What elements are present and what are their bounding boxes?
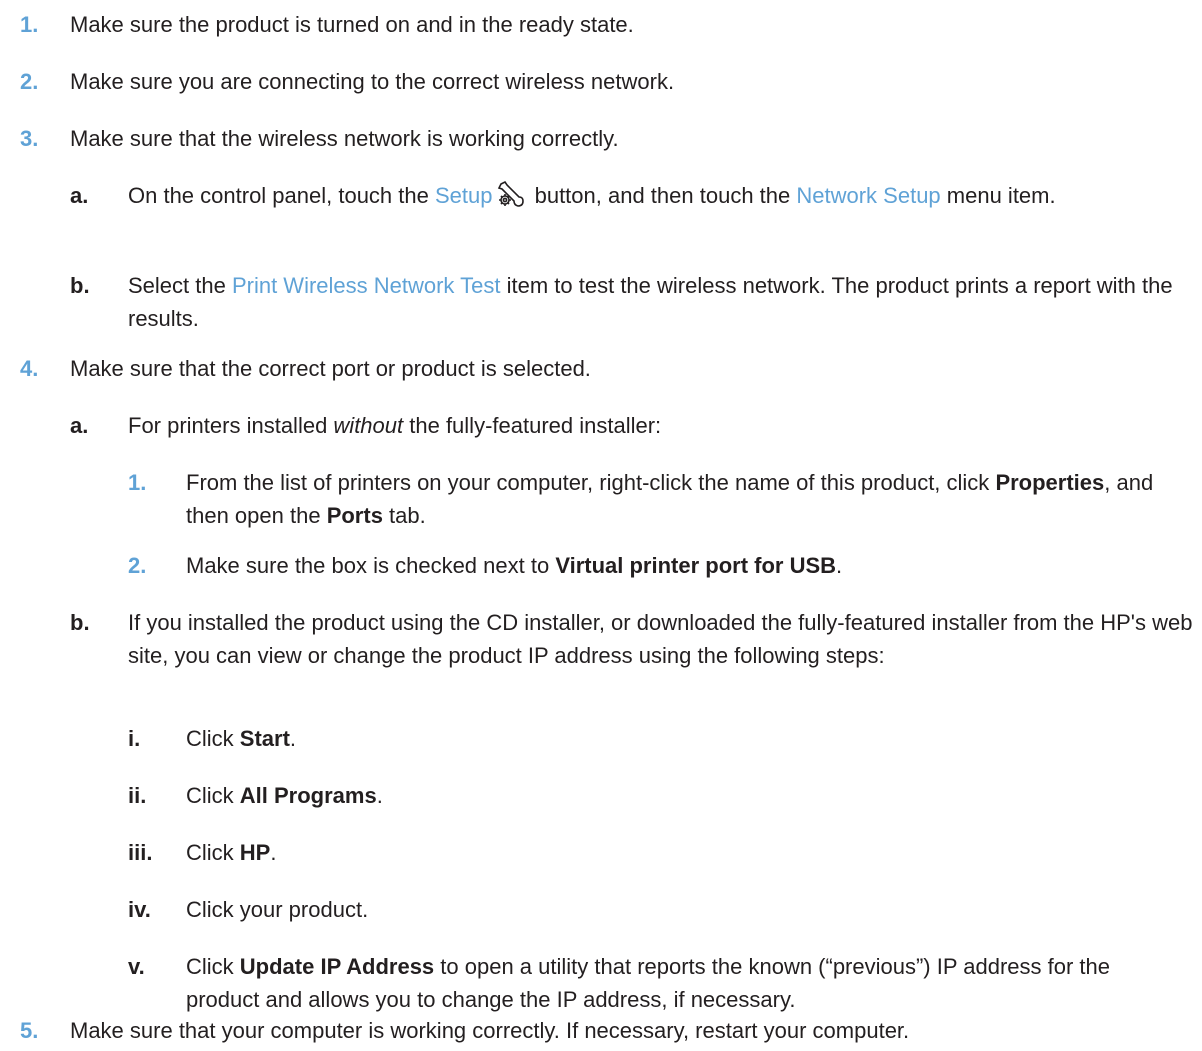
step-text: Make sure the product is turned on and i… xyxy=(70,12,634,37)
substep-text: Select the Print Wireless Network Test i… xyxy=(128,273,1173,331)
setup-wrench-icon xyxy=(495,179,525,218)
step-number: 2. xyxy=(20,69,39,94)
step-number: 4. xyxy=(20,356,39,381)
roman-step-number: i. xyxy=(128,726,141,751)
substep-letter: b. xyxy=(70,610,90,635)
step-text: Make sure you are connecting to the corr… xyxy=(70,69,675,94)
substep-letter: b. xyxy=(70,273,90,298)
network-setup-menu-link: Network Setup xyxy=(796,183,941,208)
substep-letter: a. xyxy=(70,183,89,208)
step-number: 3. xyxy=(20,126,39,151)
roman-step-text: Click Update IP Address to open a utilit… xyxy=(186,954,1110,1012)
roman-step-text: Click HP. xyxy=(186,840,277,865)
roman-step-number: ii. xyxy=(128,783,147,808)
step-number: 5. xyxy=(20,1018,39,1043)
substep-letter: a. xyxy=(70,413,89,438)
roman-step-number: iii. xyxy=(128,840,153,865)
substep-text: On the control panel, touch the Setup bu… xyxy=(128,179,1168,218)
step-number: 1. xyxy=(20,12,39,37)
step-text: Make sure that the wireless network is w… xyxy=(70,126,619,151)
nested-step-text: Make sure the box is checked next to Vir… xyxy=(186,553,843,578)
roman-step-number: iv. xyxy=(128,897,151,922)
nested-step-number: 2. xyxy=(128,553,147,578)
setup-menu-link: Setup xyxy=(434,183,493,208)
roman-step-text: Click Start. xyxy=(186,726,297,751)
step-text: Make sure that the correct port or produ… xyxy=(70,356,591,381)
substep-text: For printers installed without the fully… xyxy=(128,413,662,438)
print-wireless-network-test-link: Print Wireless Network Test xyxy=(231,273,501,298)
step-text: Make sure that your computer is working … xyxy=(70,1018,910,1043)
nested-step-text: From the list of printers on your comput… xyxy=(186,470,1154,528)
roman-step-text: Click All Programs. xyxy=(186,783,383,808)
substep-text: If you installed the product using the C… xyxy=(128,610,1193,668)
roman-step-number: v. xyxy=(128,954,145,979)
nested-step-number: 1. xyxy=(128,470,147,495)
roman-step-text: Click your product. xyxy=(186,897,369,922)
